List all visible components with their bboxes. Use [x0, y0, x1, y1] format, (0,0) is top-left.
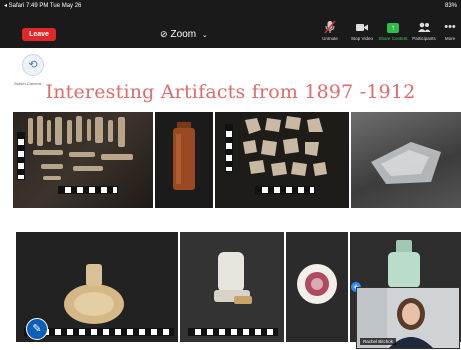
artifact-photo-brown-bottle [155, 112, 213, 208]
unmute-button[interactable]: Unmute [312, 20, 348, 41]
artifact-photo-glass-fragment [351, 112, 461, 208]
vertical-scale-bar [225, 124, 233, 172]
horizontal-scale-bar [255, 186, 315, 194]
shield-icon: ⊘ [160, 29, 168, 39]
artifact-photo-bone-fragments [13, 112, 153, 208]
more-button[interactable]: ••• More [436, 20, 461, 41]
brown-bottle-image [173, 122, 195, 190]
artifact-photo-porcelain-figure [180, 232, 284, 342]
camera-switch-icon: ⟲ [28, 59, 38, 71]
participant-video[interactable]: Rachel Bitchok [356, 287, 460, 349]
chevron-down-icon: ⌄ [201, 32, 208, 39]
status-left-text: ◂ Safari 7:49 PM Tue May 26 [4, 3, 82, 9]
unmute-label: Unmute [322, 36, 338, 41]
porcelain-figure-image [214, 252, 252, 304]
annotate-button[interactable]: ✎ [26, 318, 48, 340]
horizontal-scale-bar [188, 328, 278, 336]
mic-muted-icon [312, 20, 348, 34]
meeting-toolbar: Leave ⊘ Zoom ⌄ Unmute Stop Video ↑ Share … [0, 12, 461, 48]
more-icon: ••• [444, 21, 456, 33]
ios-status-bar: ◂ Safari 7:49 PM Tue May 26 83% [0, 0, 461, 12]
slide-title: Interesting Artifacts from 1897 -1912 [45, 81, 416, 103]
switch-camera-button[interactable]: ⟲ [22, 54, 44, 76]
battery-level: 83% [444, 3, 457, 9]
jar-lid-image [297, 264, 337, 304]
app-title-label: Zoom [170, 29, 197, 40]
artifact-photo-jar-lid [286, 232, 348, 342]
artifact-photo-ceramic-shards [215, 112, 349, 208]
app-title-dropdown[interactable]: ⊘ Zoom ⌄ [160, 26, 208, 44]
participant-name: Rachel Bitchok [360, 338, 397, 345]
pencil-icon: ✎ [32, 323, 42, 335]
glass-fragment-image [371, 142, 441, 184]
more-label: More [444, 36, 456, 41]
horizontal-scale-bar [58, 186, 118, 194]
share-content-label: Share Content [378, 36, 408, 41]
stop-video-label: Stop Video [351, 36, 373, 41]
leave-button[interactable]: Leave [22, 28, 56, 41]
vertical-scale-bar [17, 132, 25, 180]
participants-label: Participants [412, 36, 436, 41]
